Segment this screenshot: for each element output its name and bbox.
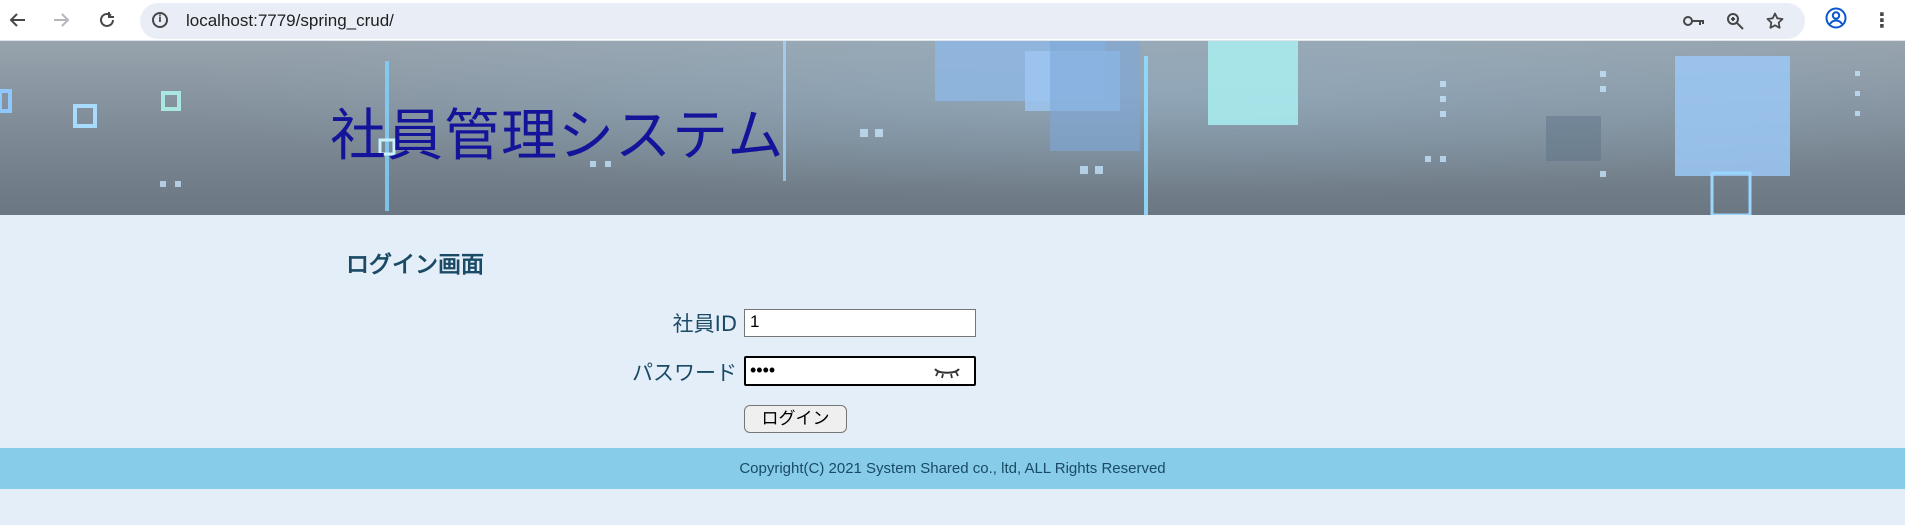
login-button[interactable]: ログイン [744, 405, 847, 433]
password-field[interactable]: •••• [744, 356, 976, 386]
footer: Copyright(C) 2021 System Shared co., ltd… [0, 448, 1905, 489]
eye-closed-icon[interactable] [932, 364, 962, 380]
forward-arrow-icon[interactable] [47, 6, 75, 34]
browser-toolbar: i localhost:7779/spring_crud/ ⋮ [0, 0, 1905, 41]
circuit-background-image [0, 41, 1860, 215]
url-text[interactable]: localhost:7779/spring_crud/ [186, 11, 394, 31]
copyright-text: Copyright(C) 2021 System Shared co., ltd… [739, 460, 1166, 477]
reload-icon[interactable] [93, 6, 121, 34]
password-label: パスワード [632, 361, 737, 385]
profile-icon[interactable] [1825, 7, 1847, 29]
info-icon[interactable]: i [152, 12, 168, 28]
employee-id-label: 社員ID [672, 312, 737, 336]
header-banner: 社員管理システム [0, 41, 1905, 215]
employee-id-value: 1 [750, 312, 760, 331]
address-bar[interactable]: i localhost:7779/spring_crud/ [140, 3, 1805, 39]
star-icon[interactable] [1763, 9, 1787, 33]
password-masked-value: •••• [750, 360, 776, 380]
page-title: ログイン画面 [346, 252, 484, 278]
kebab-menu-icon[interactable]: ⋮ [1870, 6, 1894, 34]
employee-id-field[interactable]: 1 [744, 309, 976, 337]
back-arrow-icon[interactable] [4, 6, 32, 34]
system-title: 社員管理システム [330, 104, 785, 169]
login-page: ログイン画面 社員ID 1 パスワード •••• ログイン [0, 215, 1905, 447]
zoom-icon[interactable] [1723, 9, 1747, 33]
key-icon[interactable] [1682, 9, 1706, 33]
